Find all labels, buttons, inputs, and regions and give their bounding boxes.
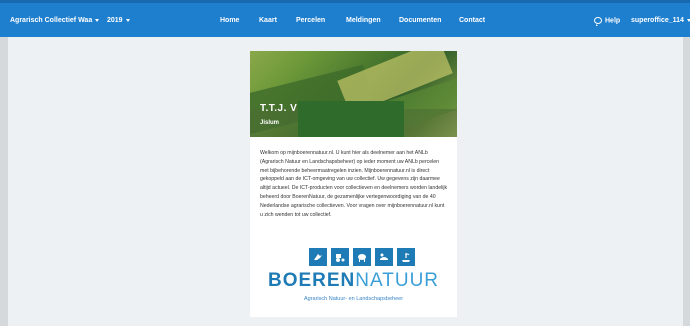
collective-label: Agrarisch Collectief Waa [10,17,93,24]
participant-name: T.T.J. V [260,103,298,114]
bird-icon [309,248,327,266]
chevron-down-icon [125,18,130,22]
top-navbar: Agrarisch Collectief Waa 2019 Home Kaart… [0,0,690,37]
chevron-down-icon [95,18,100,22]
redaction-block [298,101,404,137]
hand-plant-icon [397,248,415,266]
user-dropdown[interactable]: superoffice_114 [631,17,690,24]
nav-link-contact[interactable]: Contact [459,17,485,24]
welcome-card: T.T.J. V Jislum Welkom op mijnboerennatu… [250,51,457,317]
help-label: Help [605,17,621,25]
tractor-icon [331,248,349,266]
help-link[interactable]: Help [594,17,621,26]
nav-link-kaart[interactable]: Kaart [259,17,277,24]
farmland-banner-image: T.T.J. V Jislum [250,51,457,137]
main-content: T.T.J. V Jislum Welkom op mijnboerennatu… [8,37,683,326]
year-label: 2019 [107,17,123,24]
brand-tagline: Agrarisch Natuur- en Landschapsbeheer [303,296,404,302]
chat-bubble-icon [594,17,602,26]
cow-icon [353,248,371,266]
nav-link-home[interactable]: Home [220,17,239,24]
logo-icons [309,248,415,266]
brand-wordmark-bold: BOEREN [267,270,356,291]
collective-dropdown[interactable]: Agrarisch Collectief Waa [10,17,100,24]
participant-location: Jislum [260,120,280,126]
welcome-text: Welkom op mijnboerennatuur.nl. U kunt hi… [260,150,448,218]
nav-link-percelen[interactable]: Percelen [296,17,325,24]
user-label: superoffice_114 [631,17,684,24]
brand-wordmark-light: NATUUR [355,270,440,291]
brand-wordmark: BOERENNATUUR [250,270,457,292]
nav-link-documenten[interactable]: Documenten [399,17,441,24]
nav-link-meldingen[interactable]: Meldingen [346,17,381,24]
duck-icon [375,248,393,266]
year-dropdown[interactable]: 2019 [107,17,130,24]
